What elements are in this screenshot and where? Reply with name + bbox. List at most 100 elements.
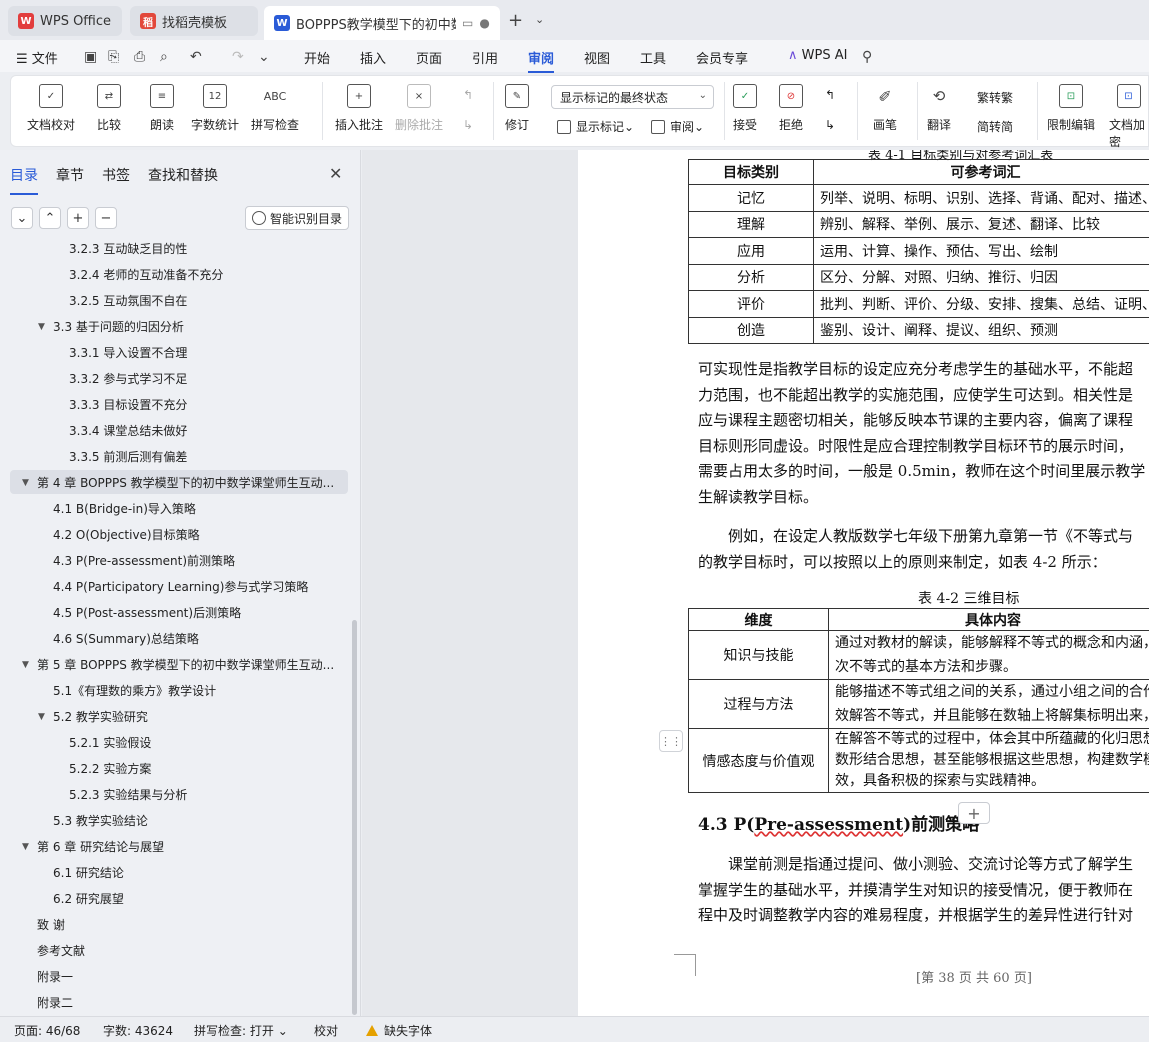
print-icon[interactable]: ⎙ [134,49,145,65]
toc-item[interactable]: 3.3.3 目标设置不充分 [10,392,348,416]
toc-item[interactable]: 5.3 教学实验结论 [10,808,348,832]
accept-button[interactable]: ✓ 接受 [733,84,757,133]
panel-scrollbar[interactable] [352,620,357,1015]
file-menu[interactable]: ☰ 文件 [16,48,58,67]
toc-item[interactable]: 3.3.1 导入设置不合理 [10,340,348,364]
tab-bookmarks[interactable]: 书签 [102,165,130,185]
close-panel-icon[interactable]: ✕ [329,164,342,183]
expand-arrow-icon[interactable]: ▼ [22,478,29,488]
revise-button[interactable]: ✎ 修订 [505,84,529,133]
menu-review[interactable]: 审阅 [528,48,555,73]
menu-insert[interactable]: 插入 [360,48,386,67]
tab-document[interactable]: W BOPPPS教学模型下的初中数学 ▭ ● [264,6,500,40]
toc-item[interactable]: 3.2.3 互动缺乏目的性 [10,238,348,260]
toc-item[interactable]: 5.2.1 实验假设 [10,730,348,754]
compare-button[interactable]: ⇄ 比较 [97,84,121,133]
menu-reference[interactable]: 引用 [472,48,498,67]
body-paragraph[interactable]: 例如，在设定人教版数学七年级下册第九章第一节《不等式与 的教学目标时，可以按照以… [698,524,1149,575]
spell-check-toggle[interactable]: 拼写检查: 打开 ⌄ [194,1022,288,1039]
toc-item[interactable]: 3.3.2 参与式学习不足 [10,366,348,390]
collapse-up-icon[interactable]: ⌃ [39,207,61,229]
toc-item[interactable]: 参考文献 [10,938,348,962]
toc-item[interactable]: 5.2.2 实验方案 [10,756,348,780]
save-icon[interactable]: ▣ [84,49,97,65]
section-heading[interactable]: 4.3 P(Pre-assessment)前测策略 [698,810,979,835]
proofread-button[interactable]: 校对 [314,1022,338,1039]
translate-button[interactable]: ⟲ 翻译 [927,84,951,133]
screen-icon[interactable]: ▭ [462,16,473,30]
menu-member[interactable]: 会员专享 [696,48,748,67]
spell-check-button[interactable]: ABC 拼写检查 [251,84,299,133]
search-icon[interactable]: ⚲ [862,49,872,65]
toc-item[interactable]: 4.4 P(Participatory Learning)参与式学习策略 [10,574,348,598]
reject-button[interactable]: ⊘ 拒绝 [779,84,803,133]
tab-wps-office[interactable]: W WPS Office [8,6,122,36]
doc-check-button[interactable]: ✓ 文档校对 [27,84,75,133]
toc-item[interactable]: 附录一 [10,964,348,988]
redo-icon[interactable]: ↷ [232,49,244,65]
toc-item[interactable]: 4.1 B(Bridge-in)导入策略 [10,496,348,520]
read-aloud-button[interactable]: ≡ 朗读 [150,84,174,133]
menu-start[interactable]: 开始 [304,48,330,67]
drag-handle-icon[interactable]: ⋮⋮ [659,730,683,752]
page-indicator[interactable]: 页面: 46/68 [14,1022,80,1039]
menu-page[interactable]: 页面 [416,48,442,67]
smart-toc-button[interactable]: 智能识别目录 [245,206,349,230]
toc-item[interactable]: 第 5 章 BOPPPS 教学模型下的初中数学课堂师生互动... [10,652,348,676]
toc-item[interactable]: 4.6 S(Summary)总结策略 [10,626,348,650]
unsaved-indicator[interactable]: ● [479,16,489,30]
tab-toc[interactable]: 目录 [10,165,38,195]
body-paragraph[interactable]: 可实现性是指教学目标的设定应充分考虑学生的基础水平，不能超 力范围，也不能超出教… [698,357,1149,510]
markup-state-select[interactable]: 显示标记的最终状态 ⌄ [551,85,714,109]
tab-template[interactable]: 稻 找稻壳模板 [130,6,258,36]
toc-item[interactable]: 4.5 P(Post-assessment)后测策略 [10,600,348,624]
wps-ai-button[interactable]: ∧ WPS AI [788,48,847,63]
remove-heading-icon[interactable]: − [95,207,117,229]
pen-button[interactable]: ✐ 画笔 [873,84,897,133]
toc-item[interactable]: 5.1《有理数的乘方》教学设计 [10,678,348,702]
collapse-down-icon[interactable]: ⌄ [11,207,33,229]
toc-item[interactable]: 3.2.4 老师的互动准备不充分 [10,262,348,286]
toc-item[interactable]: 附录二 [10,990,348,1014]
document-page[interactable]: 表 4-1 目标类别与对参考词汇表 目标类别 可参考词汇 记忆 列举、说明、标明、… [578,150,1149,1016]
to-traditional-button[interactable]: 繁 转繁 [977,89,1013,106]
missing-font-button[interactable]: 缺失字体 [366,1022,432,1039]
tab-list-chevron-icon[interactable]: ⌄ [535,13,544,26]
toc-item[interactable]: 3.3.4 课堂总结未做好 [10,418,348,442]
review-pane-button[interactable]: 审阅 ⌄ [651,118,704,135]
doc-encrypt-button[interactable]: ⊡ 文档加密 [1109,84,1148,150]
export-icon[interactable]: ⎘ [108,49,119,65]
toc-item[interactable]: 3.3.5 前测后测有偏差 [10,444,348,468]
next-comment-icon[interactable]: ↳ [463,118,473,132]
print-preview-icon[interactable]: ⌕ [160,49,168,65]
tab-sections[interactable]: 章节 [56,165,84,185]
toc-item[interactable]: 5.2 教学实验研究 [10,704,348,728]
to-simplified-button[interactable]: 简 转简 [977,118,1013,135]
delete-comment-button[interactable]: × 删除批注 [395,84,443,133]
toc-item[interactable]: 6.1 研究结论 [10,860,348,884]
add-heading-icon[interactable]: + [67,207,89,229]
toc-item[interactable]: 4.2 O(Objective)目标策略 [10,522,348,546]
undo-icon[interactable]: ↶ [190,49,202,65]
tab-find-replace[interactable]: 查找和替换 [148,165,218,185]
prev-change-icon[interactable]: ↰ [825,88,835,102]
next-change-icon[interactable]: ↳ [825,118,835,132]
toc-item-selected[interactable]: 第 4 章 BOPPPS 教学模型下的初中数学课堂师生互动... [10,470,348,494]
toc-item[interactable]: 3.3 基于问题的归因分析 [10,314,348,338]
toc-item[interactable]: 5.2.3 实验结果与分析 [10,782,348,806]
menu-tools[interactable]: 工具 [640,48,666,67]
toc-item[interactable]: 4.3 P(Pre-assessment)前测策略 [10,548,348,572]
toc-item[interactable]: 致 谢 [10,912,348,936]
add-block-button[interactable]: + [958,802,990,824]
menu-view[interactable]: 视图 [584,48,610,67]
restrict-edit-button[interactable]: ⊡ 限制编辑 [1047,84,1095,133]
more-chevron-icon[interactable]: ⌄ [258,49,270,65]
insert-comment-button[interactable]: + 插入批注 [335,84,383,133]
word-count-button[interactable]: 12 字数统计 [191,84,239,133]
toc-item[interactable]: 3.2.5 互动氛围不自在 [10,288,348,312]
toc-item[interactable]: 6.2 研究展望 [10,886,348,910]
toc-item[interactable]: 第 6 章 研究结论与展望 [10,834,348,858]
prev-comment-icon[interactable]: ↰ [463,88,473,102]
body-paragraph[interactable]: 课堂前测是指通过提问、做小测验、交流讨论等方式了解学生 掌握学生的基础水平，并摸… [698,852,1149,929]
new-tab-icon[interactable]: + [508,10,523,31]
